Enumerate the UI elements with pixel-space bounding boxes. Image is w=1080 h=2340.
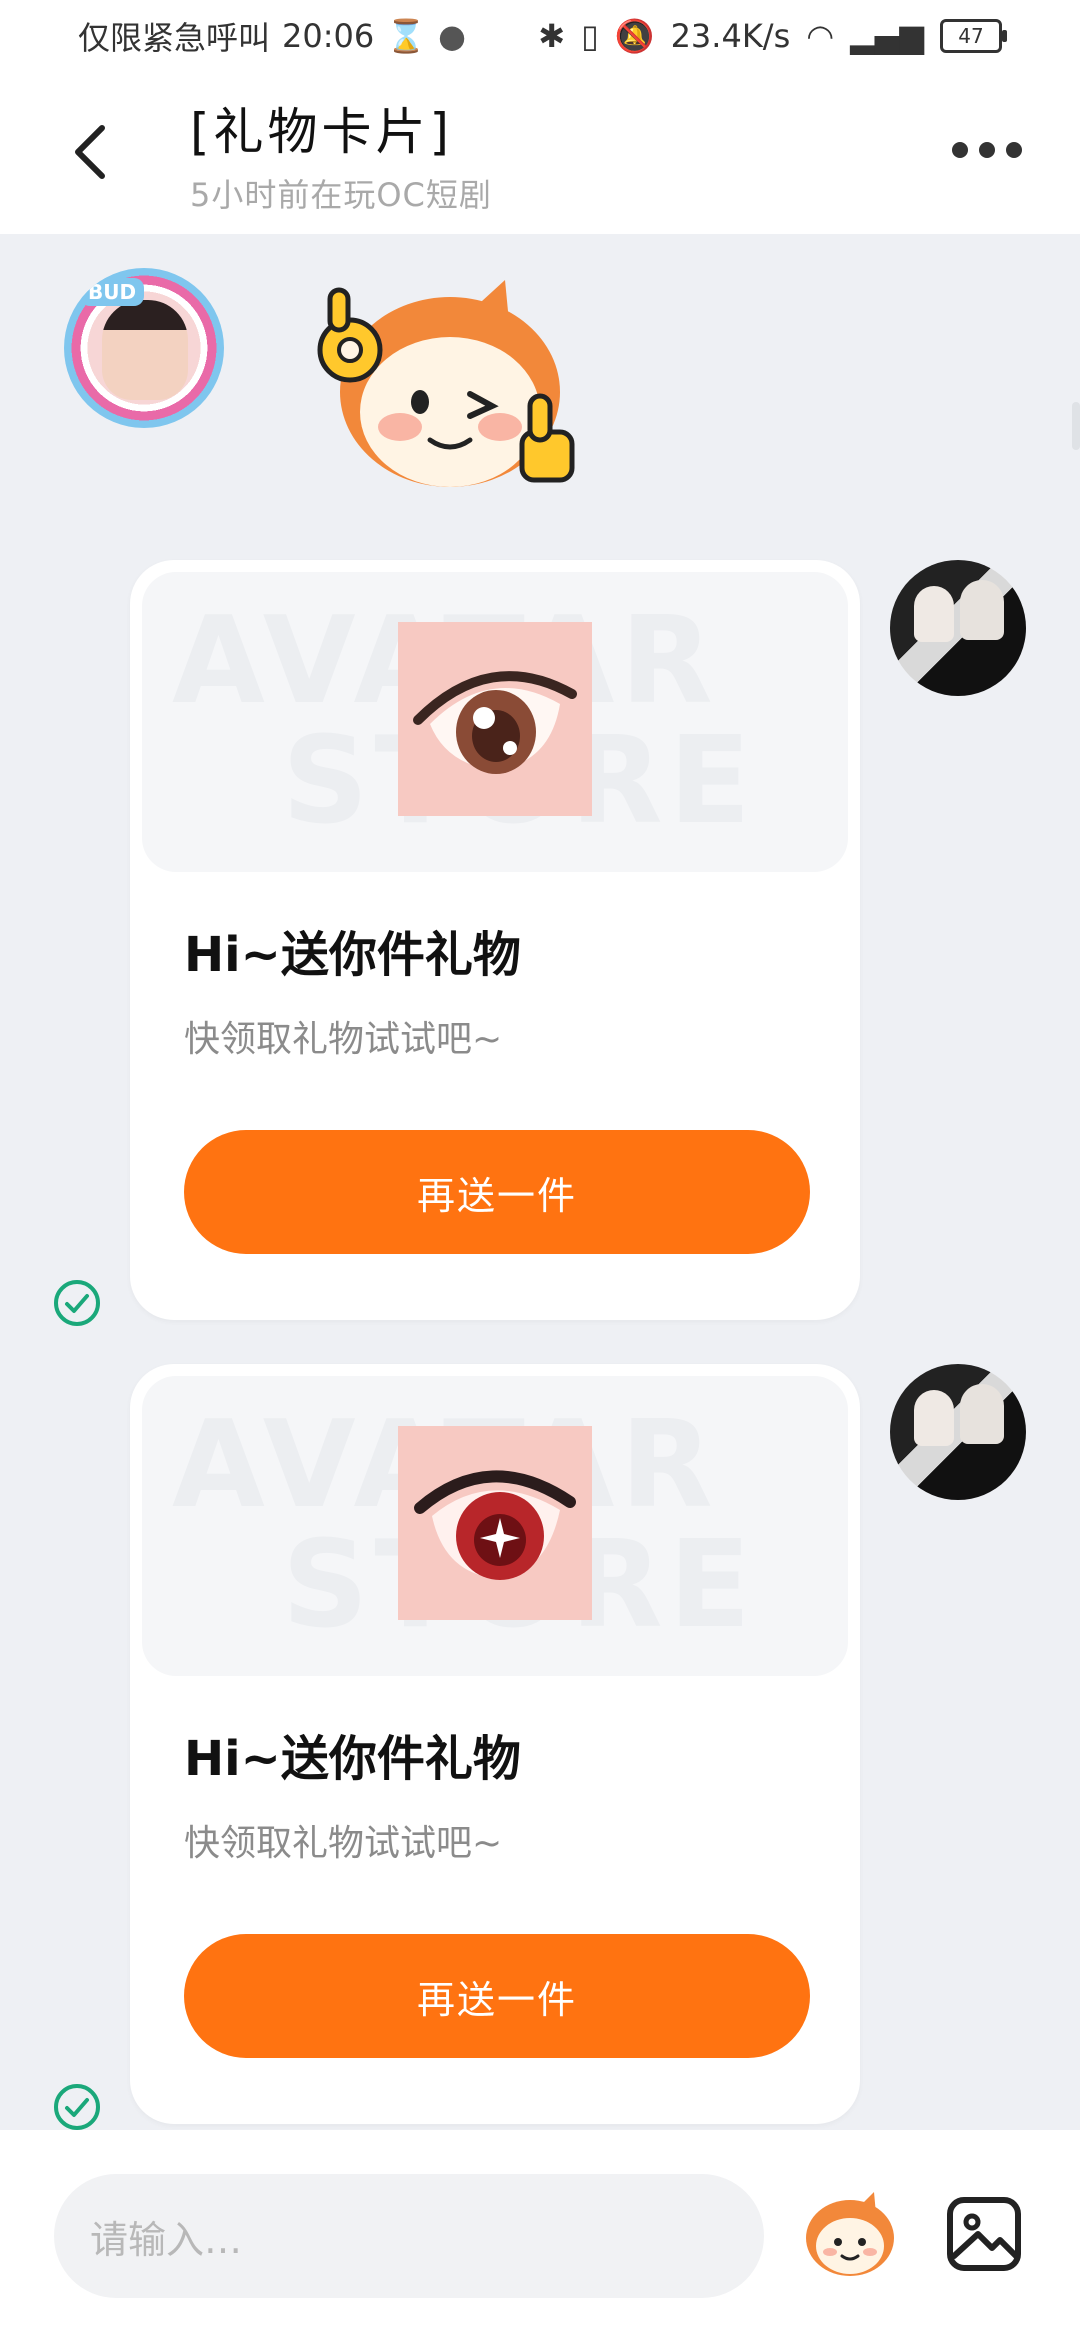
gift-card-subtitle: 快领取礼物试试吧~ (184, 1019, 503, 1060)
gift-card-subtitle: 快领取礼物试试吧~ (184, 1823, 503, 1864)
network-speed: 23.4K/s (670, 17, 791, 55)
gift-card-title: Hi~送你件礼物 (184, 1731, 521, 1787)
chevron-left-icon (75, 125, 105, 179)
read-check-icon (54, 2084, 100, 2130)
anime-eye-red-icon (398, 1426, 592, 1620)
hourglass-icon: ⌛ (386, 17, 427, 55)
wifi-icon: ◠ (806, 17, 835, 55)
gift-card[interactable]: AVATAR STORE Hi~送你件礼物 快领取礼物试试吧~ 再送一件 (130, 1364, 860, 2124)
avatar-other-user[interactable]: BUD (64, 268, 224, 428)
gift-card-banner: AVATAR STORE (142, 1376, 848, 1676)
status-right: ✱ ▯ 🔕 23.4K/s ◠ ▂▄▆ 47 (538, 17, 1007, 55)
send-another-gift-button[interactable]: 再送一件 (184, 1934, 810, 2058)
avatar-self[interactable] (890, 560, 1026, 696)
anime-eye-brown-icon (398, 622, 592, 816)
input-bar: 请输入… (0, 2130, 1080, 2340)
gift-card-banner: AVATAR STORE (142, 572, 848, 872)
battery-icon: 47 (940, 19, 1007, 53)
message-input-placeholder: 请输入… (90, 2217, 243, 2262)
mascot-face-icon (806, 2192, 894, 2276)
message-input[interactable]: 请输入… (54, 2174, 764, 2298)
chat-header: [礼物卡片] 5小时前在玩OC短剧 (0, 72, 1080, 234)
chat-messages[interactable]: BUD AVATAR (0, 234, 1080, 2130)
more-dot-icon (952, 142, 968, 158)
image-picker-button[interactable] (944, 2194, 1024, 2274)
title-block: [礼物卡片] 5小时前在玩OC短剧 (190, 92, 492, 216)
bluetooth-icon: ✱ (538, 17, 566, 55)
gift-card[interactable]: AVATAR STORE Hi~送你件礼物 快领取礼物试试吧~ 再送一件 (130, 560, 860, 1320)
chat-title: [礼物卡片] (190, 103, 454, 161)
mascot-ok-sticker-icon[interactable] (300, 272, 590, 502)
sticker-button[interactable] (800, 2190, 900, 2280)
image-icon (947, 2197, 1021, 2271)
mute-bell-icon: 🔕 (614, 17, 655, 55)
more-dot-icon (979, 142, 995, 158)
battery-level: 47 (958, 24, 984, 48)
carrier-text: 仅限紧急呼叫 (78, 19, 271, 57)
vibrate-icon: ▯ (581, 17, 599, 55)
more-dot-icon (1006, 142, 1022, 158)
status-left: 仅限紧急呼叫 20:06 ⌛ ● (78, 13, 466, 59)
gift-card-title: Hi~送你件礼物 (184, 927, 521, 983)
chat-subtitle: 5小时前在玩OC短剧 (190, 176, 492, 214)
send-another-gift-button[interactable]: 再送一件 (184, 1130, 810, 1254)
status-bar: 仅限紧急呼叫 20:06 ⌛ ● ✱ ▯ 🔕 23.4K/s ◠ ▂▄▆ 47 (0, 0, 1080, 72)
back-button[interactable] (60, 112, 120, 192)
signal-icon: ▂▄▆ (850, 17, 924, 55)
wechat-icon: ● (438, 17, 466, 55)
clock: 20:06 (282, 17, 375, 55)
scrollbar[interactable] (1072, 402, 1080, 450)
more-button[interactable] (952, 138, 1022, 162)
read-check-icon (54, 1280, 100, 1326)
avatar-self[interactable] (890, 1364, 1026, 1500)
